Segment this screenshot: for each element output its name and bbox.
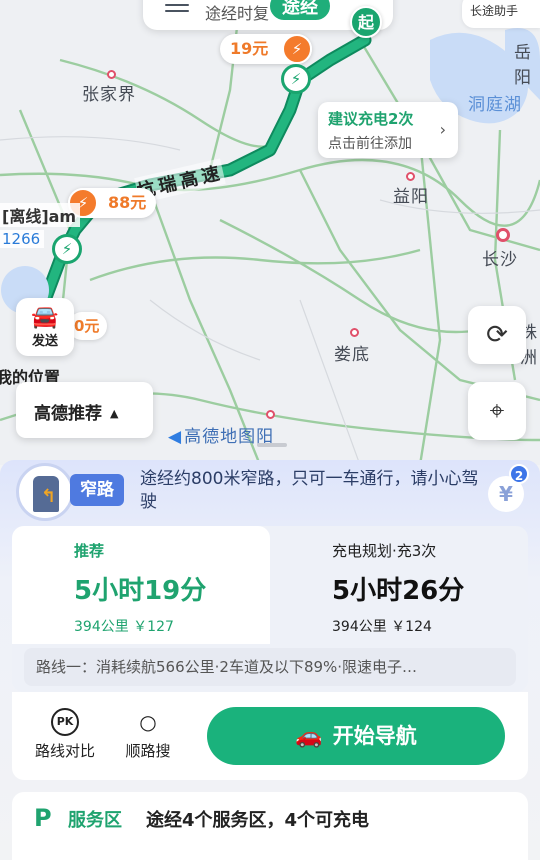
pk-icon: PK [51, 708, 79, 736]
service-area-card[interactable]: P 服务区 途经4个服务区，4个可充电 [12, 792, 528, 860]
caret-up-icon: ▲ [110, 407, 119, 420]
pass-time-text: 途经时复 [205, 4, 270, 23]
charging-station-icon[interactable]: ⚡ [52, 234, 82, 264]
city-label: 益阳 [393, 187, 429, 207]
start-nav-label: 开始导航 [332, 724, 417, 748]
city-label: 长沙 [482, 250, 518, 270]
offline-map-number: 1266 [0, 230, 45, 248]
car-icon: 🚘 [31, 305, 59, 330]
compare-routes-button[interactable]: PK 路线对比 [28, 708, 102, 761]
charge-suggestion-card[interactable]: 建议充电2次 点击前往添加 › [318, 102, 458, 158]
plan-meta: 394公里 ￥127 [74, 619, 174, 635]
parking-icon: P [34, 804, 52, 832]
plan-meta: 394公里 ￥124 [332, 619, 432, 635]
locate-button[interactable]: ⌖ [468, 382, 526, 440]
plan-duration: 5小时26分 [332, 576, 465, 606]
long-trip-helper[interactable]: 长途助手 [462, 0, 540, 28]
price-text: 88元 [108, 193, 147, 212]
plan-tag: 充电规划·充3次 [332, 542, 437, 560]
refresh-route-button[interactable]: ⟳ [468, 306, 526, 364]
city-label: 娄底 [334, 345, 370, 365]
start-marker[interactable]: 起 [350, 6, 382, 38]
city-dot [406, 172, 415, 181]
charging-price-tag[interactable]: ⚡ 88元 [68, 188, 156, 218]
via-badge[interactable]: 途经 [268, 0, 332, 22]
drag-handle[interactable] [257, 443, 287, 447]
city-dot [107, 70, 116, 79]
menu-icon[interactable] [165, 0, 189, 16]
service-title: 服务区 [68, 810, 122, 831]
city-dot [496, 228, 510, 242]
narrow-road-warning: 途经约800米窄路，只可一车通行，请小心驾驶 [140, 469, 479, 512]
city-dot [350, 328, 359, 337]
plan-tag: 推荐 [74, 542, 105, 560]
search-along-button[interactable]: ○ 顺路搜 [116, 708, 180, 761]
city-label: 岳阳 [514, 43, 532, 88]
route-plan-recommended[interactable]: 推荐 5小时19分 394公里 ￥127 [12, 526, 270, 644]
plan-duration: 5小时19分 [74, 576, 207, 606]
route-plan-charging[interactable]: 充电规划·充3次 5小时26分 394公里 ￥124 [270, 526, 528, 644]
yen-icon: ¥ [499, 482, 513, 506]
route-details-line[interactable]: 路线一：消耗续航566公里·2车道及以下89%·限速电子… [24, 648, 516, 686]
price-text: 19元 [230, 39, 269, 58]
charging-station-icon[interactable]: ⚡ [281, 64, 311, 94]
search-icon: ○ [139, 710, 157, 734]
car-charge-icon: 🚗 [295, 724, 323, 749]
start-navigation-button[interactable]: 🚗 开始导航 [207, 707, 505, 765]
charging-price-tag[interactable]: 19元 ⚡ [220, 34, 312, 64]
service-summary: 途经4个服务区，4个可充电 [146, 810, 370, 831]
toll-badge-count: 2 [509, 464, 529, 484]
city-label: 张家界 [82, 85, 136, 105]
send-to-car-button[interactable]: 🚘 发送 [16, 298, 74, 356]
suggestion-subtitle: 点击前往添加 [328, 136, 412, 152]
search-along-label: 顺路搜 [125, 742, 171, 760]
refresh-icon: ⟳ [486, 320, 508, 350]
narrow-road-badge: 窄路 [70, 474, 124, 506]
suggestion-title: 建议充电2次 [328, 110, 414, 128]
city-dot [266, 410, 275, 419]
send-label: 发送 [31, 334, 58, 349]
charger-icon: ⚡ [282, 34, 312, 64]
route-preference-dropdown[interactable]: 高德推荐 ▲ [16, 382, 153, 438]
narrow-road-icon: ↰ [16, 463, 74, 521]
preference-label: 高德推荐 [34, 404, 102, 424]
chevron-right-icon: › [439, 120, 446, 139]
compare-label: 路线对比 [34, 742, 95, 760]
locate-icon: ⌖ [489, 396, 505, 426]
offline-map-label: [离线]am [0, 203, 81, 227]
lake-label: 洞庭湖 [468, 95, 522, 115]
amap-logo-icon: ◀ [168, 427, 183, 447]
